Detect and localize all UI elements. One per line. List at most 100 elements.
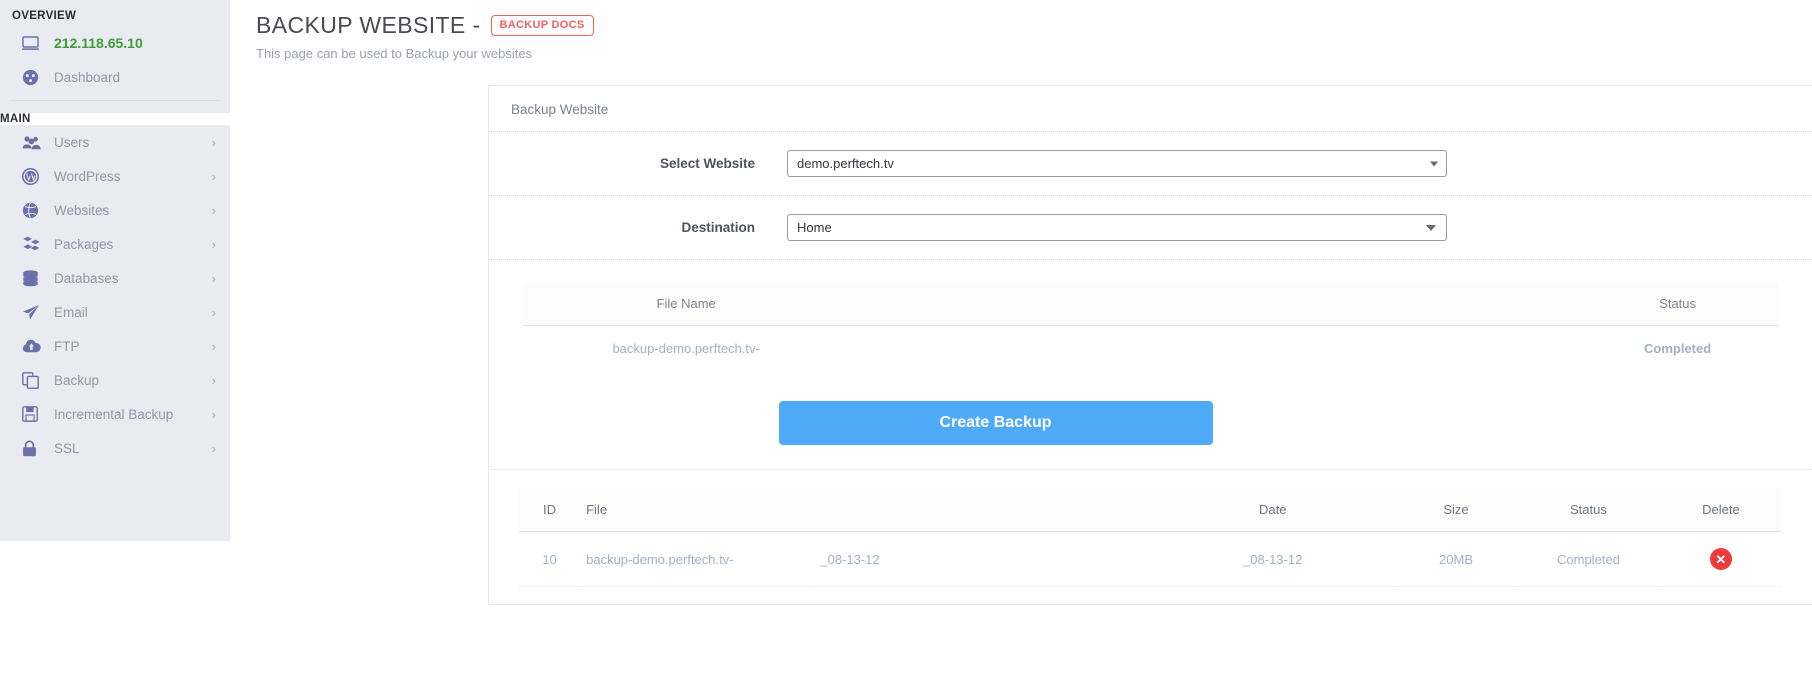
sidebar-item-wordpress[interactable]: WordPress › [0,159,230,193]
card-title: Backup Website [489,86,1812,132]
sidebar-item-label: Packages [54,236,114,252]
cell-file-name: backup-demo.perftech.tv- [612,341,760,356]
destination-label: Destination [681,220,755,235]
table-header-row: ID File Date Size Status Delete [519,488,1782,532]
chevron-right-icon: › [211,304,216,320]
chevron-right-icon: › [211,372,216,388]
copy-files-icon [22,370,44,390]
chevron-right-icon: › [211,270,216,286]
chevron-right-icon: › [211,338,216,354]
backup-website-card: Backup Website Select Website demo.perft… [488,85,1812,605]
wordpress-icon [22,166,44,186]
th-id: ID [519,488,581,532]
sidebar-item-label: Dashboard [54,69,121,85]
chevron-right-icon: › [211,440,216,456]
create-backup-row: Create Backup [489,371,1812,470]
backups-table: ID File Date Size Status Delete 10 backu… [519,488,1782,587]
select-website-dropdown[interactable]: demo.perftech.tv [787,150,1447,177]
sidebar-item-users[interactable]: Users › [0,125,230,159]
cell-spacer [849,326,1577,372]
lock-icon [22,438,44,458]
table-row: 10 backup-demo.perftech.tv- _08-13-12 _0… [519,531,1782,587]
page-title: BACKUP WEBSITE - BACKUP DOCS [256,12,1812,39]
table-header-row: File Name Status [523,282,1778,326]
chevron-right-icon: › [211,406,216,422]
page-title-text: BACKUP WEBSITE - [256,12,481,38]
chevron-down-icon [1430,161,1438,166]
create-backup-button[interactable]: Create Backup [778,401,1213,445]
sidebar-item-label: SSL [54,440,80,456]
sidebar-item-label: Backup [54,372,100,388]
destination-row: Destination Home [489,196,1812,260]
dashboard-icon [22,67,44,87]
sidebar-item-label: Websites [54,202,110,218]
cell-file: backup-demo.perftech.tv- [580,531,815,587]
th-file-spacer [814,488,1151,532]
sidebar-item-label: 212.118.65.10 [54,35,143,51]
database-icon [22,268,44,288]
chevron-right-icon: › [211,134,216,150]
chevron-right-icon: › [211,202,216,218]
sidebar-item-label: FTP [54,338,80,354]
th-delete: Delete [1659,488,1782,532]
th-status: Status [1517,488,1660,532]
sidebar-heading-main: MAIN [0,113,230,125]
globe-icon [22,200,44,220]
sidebar-item-dashboard[interactable]: Dashboard [0,60,230,94]
th-date: Date [1150,488,1395,532]
sidebar-item-server-ip[interactable]: 212.118.65.10 [0,26,230,60]
sidebar-divider [10,100,220,101]
sidebar-item-email[interactable]: Email › [0,295,230,329]
users-icon [22,132,44,152]
select-website-label: Select Website [659,156,755,171]
sidebar-item-packages[interactable]: Packages › [0,227,230,261]
chevron-right-icon: › [211,168,216,184]
destination-dropdown[interactable]: Home [787,214,1447,241]
delete-backup-button[interactable]: ✕ [1709,548,1732,570]
cell-id: 10 [519,531,581,587]
sidebar-item-ftp[interactable]: FTP › [0,329,230,363]
cell-delete: ✕ [1659,531,1782,587]
sidebar-item-label: Databases [54,270,119,286]
sidebar: OVERVIEW 212.118.65.10 Dashboard MAIN Us… [0,0,230,541]
page-subtitle: This page can be used to Backup your web… [256,46,533,61]
destination-value: Home [797,220,832,235]
table-row: backup-demo.perftech.tv- Completed [523,326,1778,372]
sidebar-heading-overview: OVERVIEW [12,10,77,22]
monitor-icon [22,33,44,53]
cell-date: _08-13-12 [1150,531,1395,587]
th-size: Size [1394,488,1518,532]
th-status: Status [1577,282,1778,326]
chevron-down-icon [1426,224,1436,231]
cell-status: Completed [1517,531,1660,587]
th-file-name: File Name [523,282,850,326]
sidebar-item-label: WordPress [54,168,121,184]
sidebar-item-databases[interactable]: Databases › [0,261,230,295]
cloud-upload-icon [22,336,44,356]
cell-file-suffix: _08-13-12 [814,531,1151,587]
progress-table-wrap: File Name Status backup-demo.perftech.tv… [489,260,1812,371]
packages-icon [22,234,44,254]
progress-table: File Name Status backup-demo.perftech.tv… [523,282,1778,371]
page-header: BACKUP WEBSITE - BACKUP DOCS This page c… [230,0,1812,61]
sidebar-item-backup[interactable]: Backup › [0,363,230,397]
cell-size: 20MB [1394,531,1518,587]
floppy-disk-icon [22,404,44,424]
chevron-right-icon: › [211,236,216,252]
select-website-value: demo.perftech.tv [797,156,894,171]
main-content: BACKUP WEBSITE - BACKUP DOCS This page c… [230,0,1812,696]
sidebar-item-ssl[interactable]: SSL › [0,431,230,465]
select-website-row: Select Website demo.perftech.tv [489,132,1812,196]
sidebar-item-label: Email [54,304,88,320]
sidebar-item-incremental-backup[interactable]: Incremental Backup › [0,397,230,431]
sidebar-item-label: Users [54,134,90,150]
backup-docs-badge[interactable]: BACKUP DOCS [490,15,594,36]
backups-table-wrap: ID File Date Size Status Delete 10 backu… [489,470,1812,587]
sidebar-item-websites[interactable]: Websites › [0,193,230,227]
th-spacer [849,282,1578,326]
sidebar-item-label: Incremental Backup [54,406,174,422]
cell-status: Completed [1644,341,1712,356]
app-root: OVERVIEW 212.118.65.10 Dashboard MAIN Us… [0,0,1812,696]
email-send-icon [22,302,44,322]
th-file: File [580,488,815,532]
